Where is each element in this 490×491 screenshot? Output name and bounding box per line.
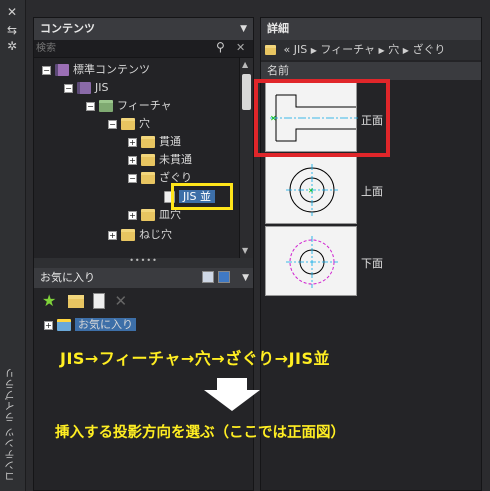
book-stack-icon	[55, 64, 69, 76]
expand-icon[interactable]: +	[44, 320, 53, 330]
name-column-header[interactable]: 名前	[261, 62, 481, 80]
jis-normal-highlight	[171, 183, 233, 210]
front-view-highlight	[254, 79, 390, 157]
folder-icon	[121, 118, 135, 130]
content-panel-title: コンテンツ	[40, 22, 95, 35]
view-bottom-thumbnail[interactable]	[265, 226, 357, 296]
tree-item-standard[interactable]: − 標準コンテンツ	[42, 61, 150, 79]
favorites-header: お気に入り ▼	[34, 268, 253, 288]
tree-item-hole[interactable]: − 穴	[108, 115, 150, 133]
book-icon	[77, 82, 91, 94]
new-folder-icon[interactable]	[67, 294, 84, 308]
content-tree: − 標準コンテンツ − JIS − フィーチャ − 穴 + 貫通 + 未貫通 − ざぐり JI…	[34, 58, 239, 258]
panel-splitter[interactable]: •••••	[34, 257, 253, 268]
collapse-icon[interactable]: −	[42, 65, 51, 75]
view-top-label[interactable]: 上面	[361, 183, 383, 199]
scroll-thumb[interactable]	[242, 74, 251, 110]
content-panel: コンテンツ ▼ ⚲ ✕ −標準コンテンツ −JIS −フィーチャ −穴 +貫通 …	[33, 17, 254, 491]
breadcrumb-hole[interactable]: 穴	[388, 43, 399, 56]
chevron-down-icon[interactable]: ▼	[240, 18, 247, 40]
favorites-toolbar: ★ ✕	[42, 293, 137, 313]
collapse-icon[interactable]: −	[86, 101, 95, 111]
expand-icon[interactable]: +	[128, 137, 137, 147]
scroll-down-icon[interactable]: ▼	[242, 246, 248, 255]
collapse-icon[interactable]: −	[108, 119, 117, 129]
expand-icon[interactable]: +	[128, 210, 137, 220]
content-panel-header: コンテンツ ▼	[34, 18, 253, 40]
collapse-icon[interactable]: −	[64, 83, 73, 93]
counterbore-bottom-drawing	[286, 236, 338, 288]
details-panel-title: 詳細	[267, 22, 289, 35]
delete-icon[interactable]: ✕	[115, 293, 131, 309]
folder-icon	[141, 136, 155, 148]
details-panel-header: 詳細	[261, 18, 481, 40]
folder-icon	[141, 172, 155, 184]
close-icon[interactable]: ✕	[7, 6, 17, 18]
expand-icon[interactable]: +	[128, 155, 137, 165]
folder-icon	[141, 209, 155, 221]
down-arrow-icon	[204, 378, 260, 411]
feature-folder-icon	[99, 100, 113, 112]
tree-item-tapped[interactable]: + ねじ穴	[108, 226, 172, 244]
pin-icon[interactable]: ⇆	[7, 24, 17, 36]
tree-scrollbar[interactable]: ▲ ▼	[239, 58, 253, 258]
instruction-path: JIS→フィーチャ→穴→ざぐり→JIS並	[60, 349, 331, 368]
clear-icon[interactable]: ✕	[236, 41, 245, 54]
breadcrumb-jis[interactable]: JIS	[294, 43, 307, 56]
chevron-down-icon[interactable]: ▼	[242, 268, 249, 288]
tree-item-jis[interactable]: − JIS	[64, 79, 108, 97]
favorites-item[interactable]: + お気に入り	[44, 316, 136, 334]
tree-item-feature[interactable]: − フィーチャ	[86, 97, 172, 115]
view-bottom-label[interactable]: 下面	[361, 255, 383, 271]
tree-item-blind[interactable]: + 未貫通	[128, 151, 192, 169]
tree-item-through[interactable]: + 貫通	[128, 133, 181, 151]
document-copy-icon[interactable]	[93, 293, 105, 309]
folder-icon	[265, 45, 276, 55]
gear-icon[interactable]: ✲	[7, 40, 17, 52]
svg-text:✕: ✕	[308, 187, 314, 195]
scroll-up-icon[interactable]: ▲	[242, 60, 248, 69]
favorites-folder-icon	[57, 319, 71, 331]
breadcrumb-counterbore[interactable]: ざぐり	[412, 43, 445, 56]
palette-title: コンテンツ ライブラリ	[6, 366, 17, 481]
favorites-title: お気に入り	[40, 271, 95, 284]
search-input[interactable]	[36, 41, 212, 56]
collapse-icon[interactable]: −	[128, 173, 137, 183]
search-bar: ⚲ ✕	[34, 40, 253, 58]
add-favorite-icon[interactable]: ★	[42, 293, 58, 309]
folder-icon	[141, 154, 155, 166]
grid-view-icon[interactable]	[202, 271, 214, 283]
folder-icon	[121, 229, 135, 241]
list-view-icon[interactable]	[218, 271, 230, 283]
palette-side-strip: ✕ ⇆ ✲ コンテンツ ライブラリ	[0, 0, 26, 491]
counterbore-top-drawing: ✕	[286, 164, 338, 216]
breadcrumb: « JIS ▶ フィーチャ ▶ 穴 ▶ ざぐり	[261, 40, 481, 60]
view-top-thumbnail[interactable]: ✕	[265, 154, 357, 224]
search-icon[interactable]: ⚲	[216, 40, 225, 54]
breadcrumb-feature[interactable]: フィーチャ	[320, 43, 375, 56]
expand-icon[interactable]: +	[108, 230, 117, 240]
instruction-select-view: 挿入する投影方向を選ぶ（ここでは正面図）	[55, 425, 345, 441]
